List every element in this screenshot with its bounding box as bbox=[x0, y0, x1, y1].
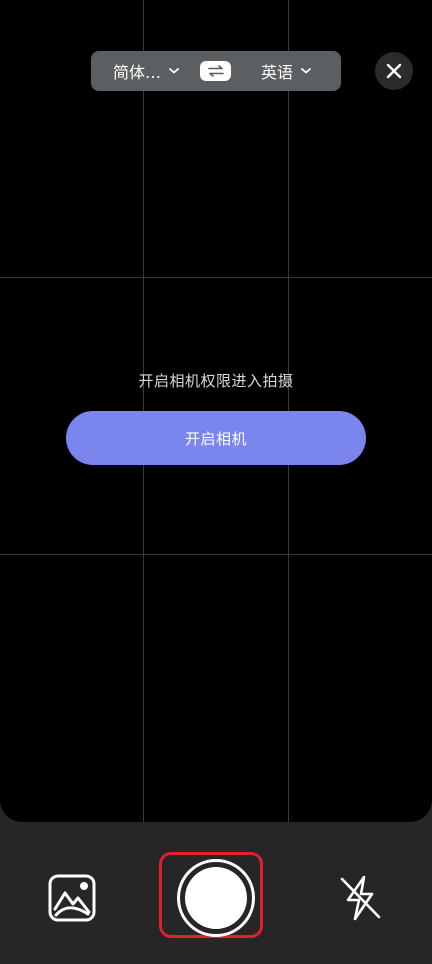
flash-toggle-button[interactable] bbox=[336, 873, 384, 923]
target-language-dropdown[interactable]: 英语 bbox=[261, 51, 311, 91]
swap-languages-button[interactable] bbox=[200, 61, 231, 81]
source-language-label: 简体… bbox=[113, 63, 162, 82]
open-camera-button[interactable]: 开启相机 bbox=[66, 411, 366, 465]
shutter-button[interactable] bbox=[177, 859, 255, 937]
language-selector-bar: 简体… 英语 bbox=[91, 51, 341, 91]
flash-off-icon bbox=[337, 873, 383, 923]
source-language-dropdown[interactable]: 简体… bbox=[113, 51, 179, 91]
close-button[interactable] bbox=[375, 52, 413, 90]
close-icon bbox=[386, 63, 402, 79]
chevron-down-icon bbox=[301, 68, 311, 74]
shutter-icon bbox=[185, 867, 247, 929]
gallery-icon bbox=[48, 874, 96, 922]
chevron-down-icon bbox=[169, 68, 179, 74]
gallery-button[interactable] bbox=[47, 873, 97, 923]
swap-arrows-icon bbox=[207, 65, 225, 77]
target-language-label: 英语 bbox=[261, 63, 294, 82]
camera-screen: 简体… 英语 开启相机权限进入拍摄 开启相机 bbox=[0, 0, 432, 964]
grid-line-horizontal-top bbox=[0, 277, 432, 278]
camera-permission-message: 开启相机权限进入拍摄 bbox=[138, 372, 294, 390]
grid-line-horizontal-bottom bbox=[0, 554, 432, 555]
camera-viewfinder: 简体… 英语 开启相机权限进入拍摄 开启相机 bbox=[0, 0, 432, 822]
